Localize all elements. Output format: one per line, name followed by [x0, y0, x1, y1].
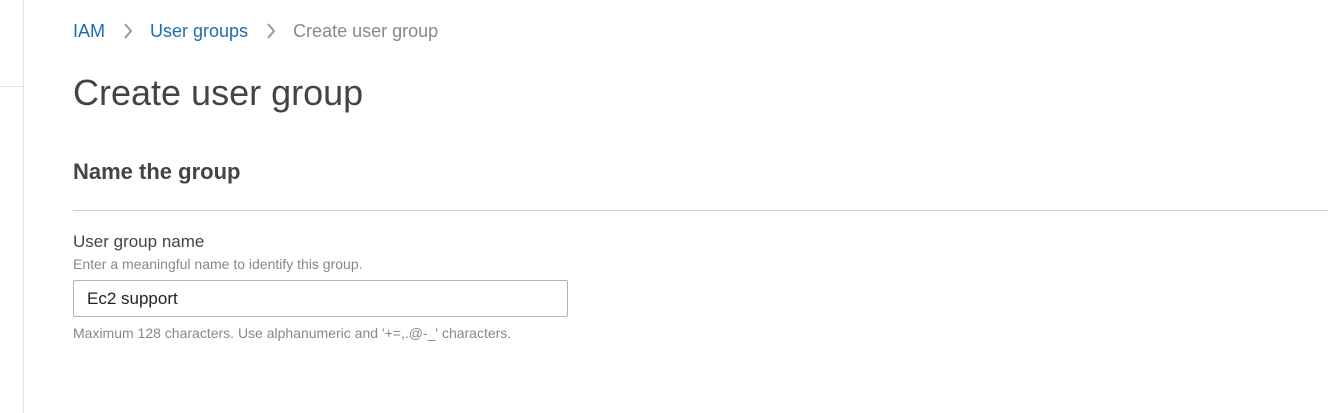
breadcrumb-iam-link[interactable]: IAM [73, 21, 105, 42]
chevron-right-icon [248, 20, 293, 42]
user-group-name-description: Enter a meaningful name to identify this… [73, 256, 363, 272]
chevron-right-icon [105, 20, 150, 42]
user-group-name-constraint: Maximum 128 characters. Use alphanumeric… [73, 325, 512, 341]
section-divider [73, 210, 1328, 211]
section-title: Name the group [73, 159, 241, 184]
breadcrumb: IAM User groups Create user group [73, 20, 438, 42]
breadcrumb-user-groups-link[interactable]: User groups [150, 21, 248, 42]
side-navigation-rail [0, 0, 24, 413]
user-group-name-label: User group name [73, 232, 205, 251]
user-group-name-input[interactable] [73, 280, 568, 317]
page-title: Create user group [73, 72, 364, 113]
side-navigation-divider [0, 86, 23, 87]
breadcrumb-current-page: Create user group [293, 20, 439, 41]
